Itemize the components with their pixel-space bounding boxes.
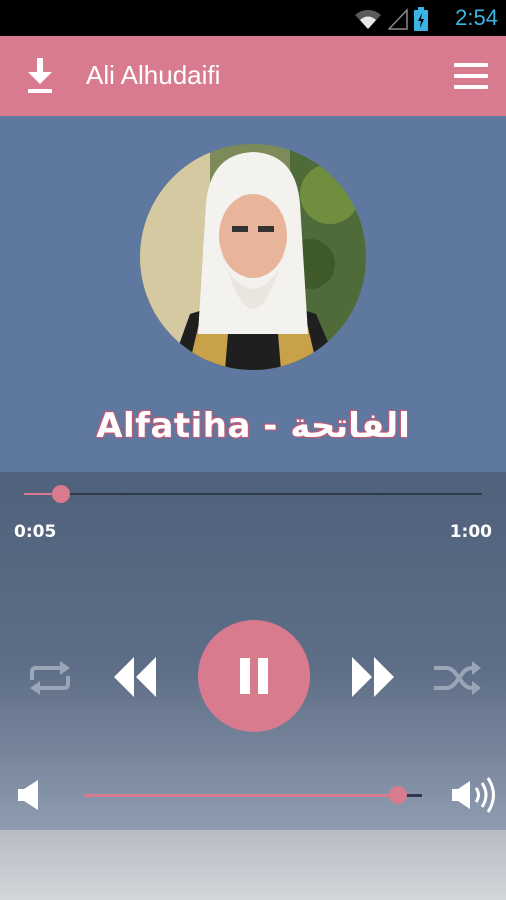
status-time: 2:54 bbox=[455, 5, 498, 30]
shuffle-icon[interactable] bbox=[432, 660, 482, 696]
current-time: 0:05 bbox=[14, 522, 57, 542]
reciter-avatar bbox=[140, 144, 366, 370]
seek-bar-thumb[interactable] bbox=[51, 485, 70, 503]
app-bar: Ali Alhudaifi bbox=[0, 36, 506, 116]
status-icons bbox=[354, 7, 428, 31]
app-title: Ali Alhudaifi bbox=[86, 60, 221, 90]
wifi-icon bbox=[355, 9, 381, 29]
cell-signal-icon bbox=[388, 8, 408, 30]
fast-forward-icon[interactable] bbox=[350, 654, 396, 700]
hamburger-menu-icon[interactable] bbox=[454, 63, 488, 89]
now-playing-hero: Alfatiha - الفاتحة bbox=[0, 116, 506, 472]
player-panel: 0:05 1:00 bbox=[0, 472, 506, 830]
track-title: Alfatiha - الفاتحة bbox=[96, 406, 410, 446]
battery-charging-icon bbox=[414, 7, 428, 31]
volume-high-icon[interactable] bbox=[452, 777, 498, 813]
bottom-area bbox=[0, 830, 506, 900]
volume-slider-level bbox=[84, 794, 399, 797]
download-icon[interactable] bbox=[26, 58, 54, 94]
repeat-icon[interactable] bbox=[26, 660, 74, 696]
pause-icon bbox=[240, 658, 250, 694]
pause-button[interactable] bbox=[198, 620, 310, 732]
volume-low-icon[interactable] bbox=[18, 780, 44, 810]
rewind-icon[interactable] bbox=[112, 654, 158, 700]
total-time: 1:00 bbox=[449, 522, 492, 542]
volume-slider-thumb[interactable] bbox=[389, 786, 408, 804]
status-bar: 2:54 bbox=[0, 0, 506, 36]
volume-slider[interactable] bbox=[84, 786, 422, 804]
seek-bar[interactable] bbox=[24, 485, 482, 503]
